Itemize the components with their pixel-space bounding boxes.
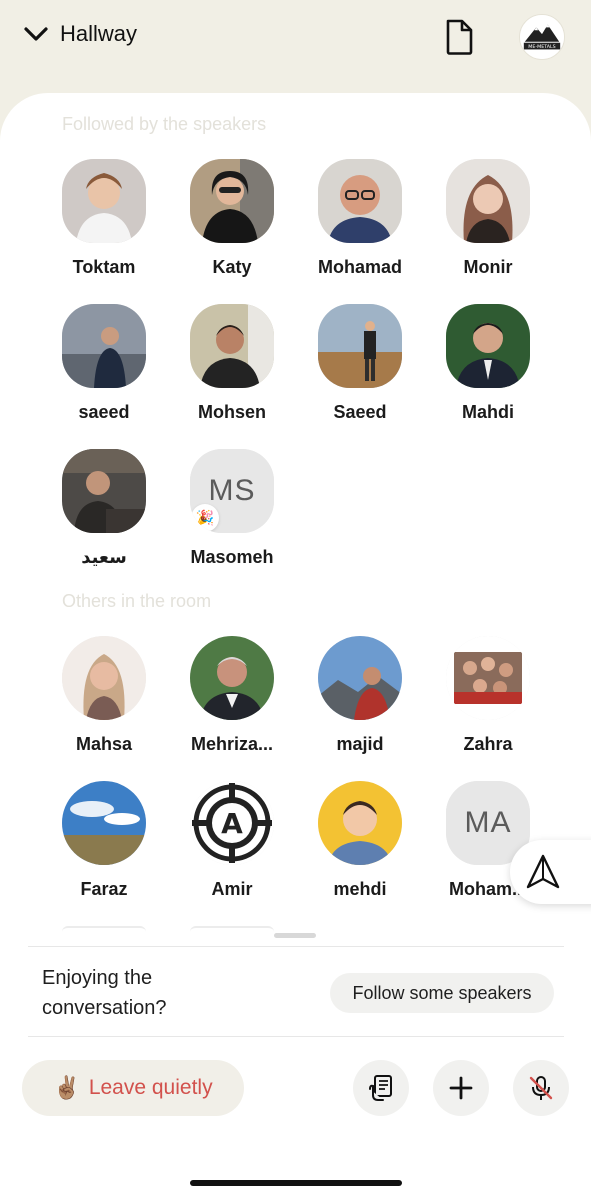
avatar [62,781,146,865]
peace-hand-icon: ✌🏽 [53,1075,81,1100]
person-name: saeed [78,402,130,422]
avatar [62,449,146,533]
person-name: Mohsen [197,402,266,422]
avatar [318,159,402,243]
avatar: A [190,781,274,865]
person-name: Mahdi [462,402,514,422]
avatar [446,159,530,243]
logo-text: ME-METALS [528,44,555,50]
person-saeed-farsi[interactable]: سعید [40,449,168,568]
person-name: Mehriza... [190,734,274,754]
person-name: Zahra [463,734,513,754]
avatar [62,636,146,720]
person-toktam[interactable]: Toktam [40,159,168,278]
avatar [318,781,402,865]
follow-speakers-button[interactable]: Follow some speakers [330,973,554,1013]
logo-letter: A [221,807,243,840]
person-majid[interactable]: majid [296,636,424,755]
person-masomeh[interactable]: MS 🎉 Masomeh [168,449,296,568]
avatar [62,304,146,388]
person-monir[interactable]: Monir [424,159,552,278]
top-bar: Hallway ME-METALS [0,0,591,92]
mute-button[interactable] [513,1060,569,1116]
avatar [190,636,274,720]
followed-section-title: Followed by the speakers [62,114,267,134]
avatar [190,159,274,243]
person-mohamad[interactable]: Mohamad [296,159,424,278]
partial-avatar [62,926,146,932]
paper-plane-icon [526,854,560,889]
others-section-title: Others in the room [62,591,212,611]
person-mehdi[interactable]: mehdi [296,781,424,900]
raise-hand-button[interactable] [510,840,591,904]
avatar [318,636,402,720]
add-button[interactable] [433,1060,489,1116]
person-zahra[interactable]: Zahra [424,636,552,755]
avatar [190,304,274,388]
plus-icon [449,1076,473,1100]
hand-list-icon [369,1075,392,1101]
person-name: Faraz [80,879,128,899]
party-popper-icon: 🎉 [191,504,219,532]
avatar [62,159,146,243]
document-icon[interactable] [444,19,474,55]
profile-avatar[interactable]: ME-METALS [519,14,565,60]
person-name: mehdi [333,879,387,899]
person-mahsa[interactable]: Mahsa [40,636,168,755]
avatar [446,304,530,388]
person-saeed-lower[interactable]: saeed [40,304,168,423]
leave-label: Leave quietly [88,1076,213,1099]
home-indicator [190,1180,402,1186]
person-name: Toktam [72,257,136,277]
leave-quietly-button[interactable]: ✌🏽 Leave quietly [22,1060,244,1116]
person-amir[interactable]: A Amir [168,781,296,900]
person-name: Mohamad [317,257,402,277]
person-name: Saeed [333,402,387,422]
avatar [446,636,530,720]
person-faraz[interactable]: Faraz [40,781,168,900]
drag-handle[interactable] [274,933,316,938]
person-name: majid [336,734,384,754]
enjoy-prompt: Enjoying the conversation? [42,967,167,1019]
partial-avatar [190,926,274,932]
hallway-button[interactable]: Hallway [22,20,137,48]
avatar: MS 🎉 [190,449,274,533]
person-name: Monir [463,257,513,277]
mountain-logo-icon: ME-METALS [520,15,564,59]
person-mehriza[interactable]: Mehriza... [168,636,296,755]
divider [28,1036,564,1037]
person-name: Masomeh [190,547,274,567]
person-mahdi[interactable]: Mahdi [424,304,552,423]
chevron-down-icon [24,27,48,41]
person-name: Amir [211,879,253,899]
person-saeed[interactable]: Saeed [296,304,424,423]
avatar [318,304,402,388]
raise-hand-list-button[interactable] [353,1060,409,1116]
mic-muted-icon [529,1076,553,1100]
person-mohsen[interactable]: Mohsen [168,304,296,423]
person-name: Mahsa [75,734,133,754]
divider [28,946,564,947]
room-name: Hallway [60,21,138,46]
person-katy[interactable]: Katy [168,159,296,278]
person-name: سعید [81,547,127,567]
person-name: Katy [212,257,252,277]
